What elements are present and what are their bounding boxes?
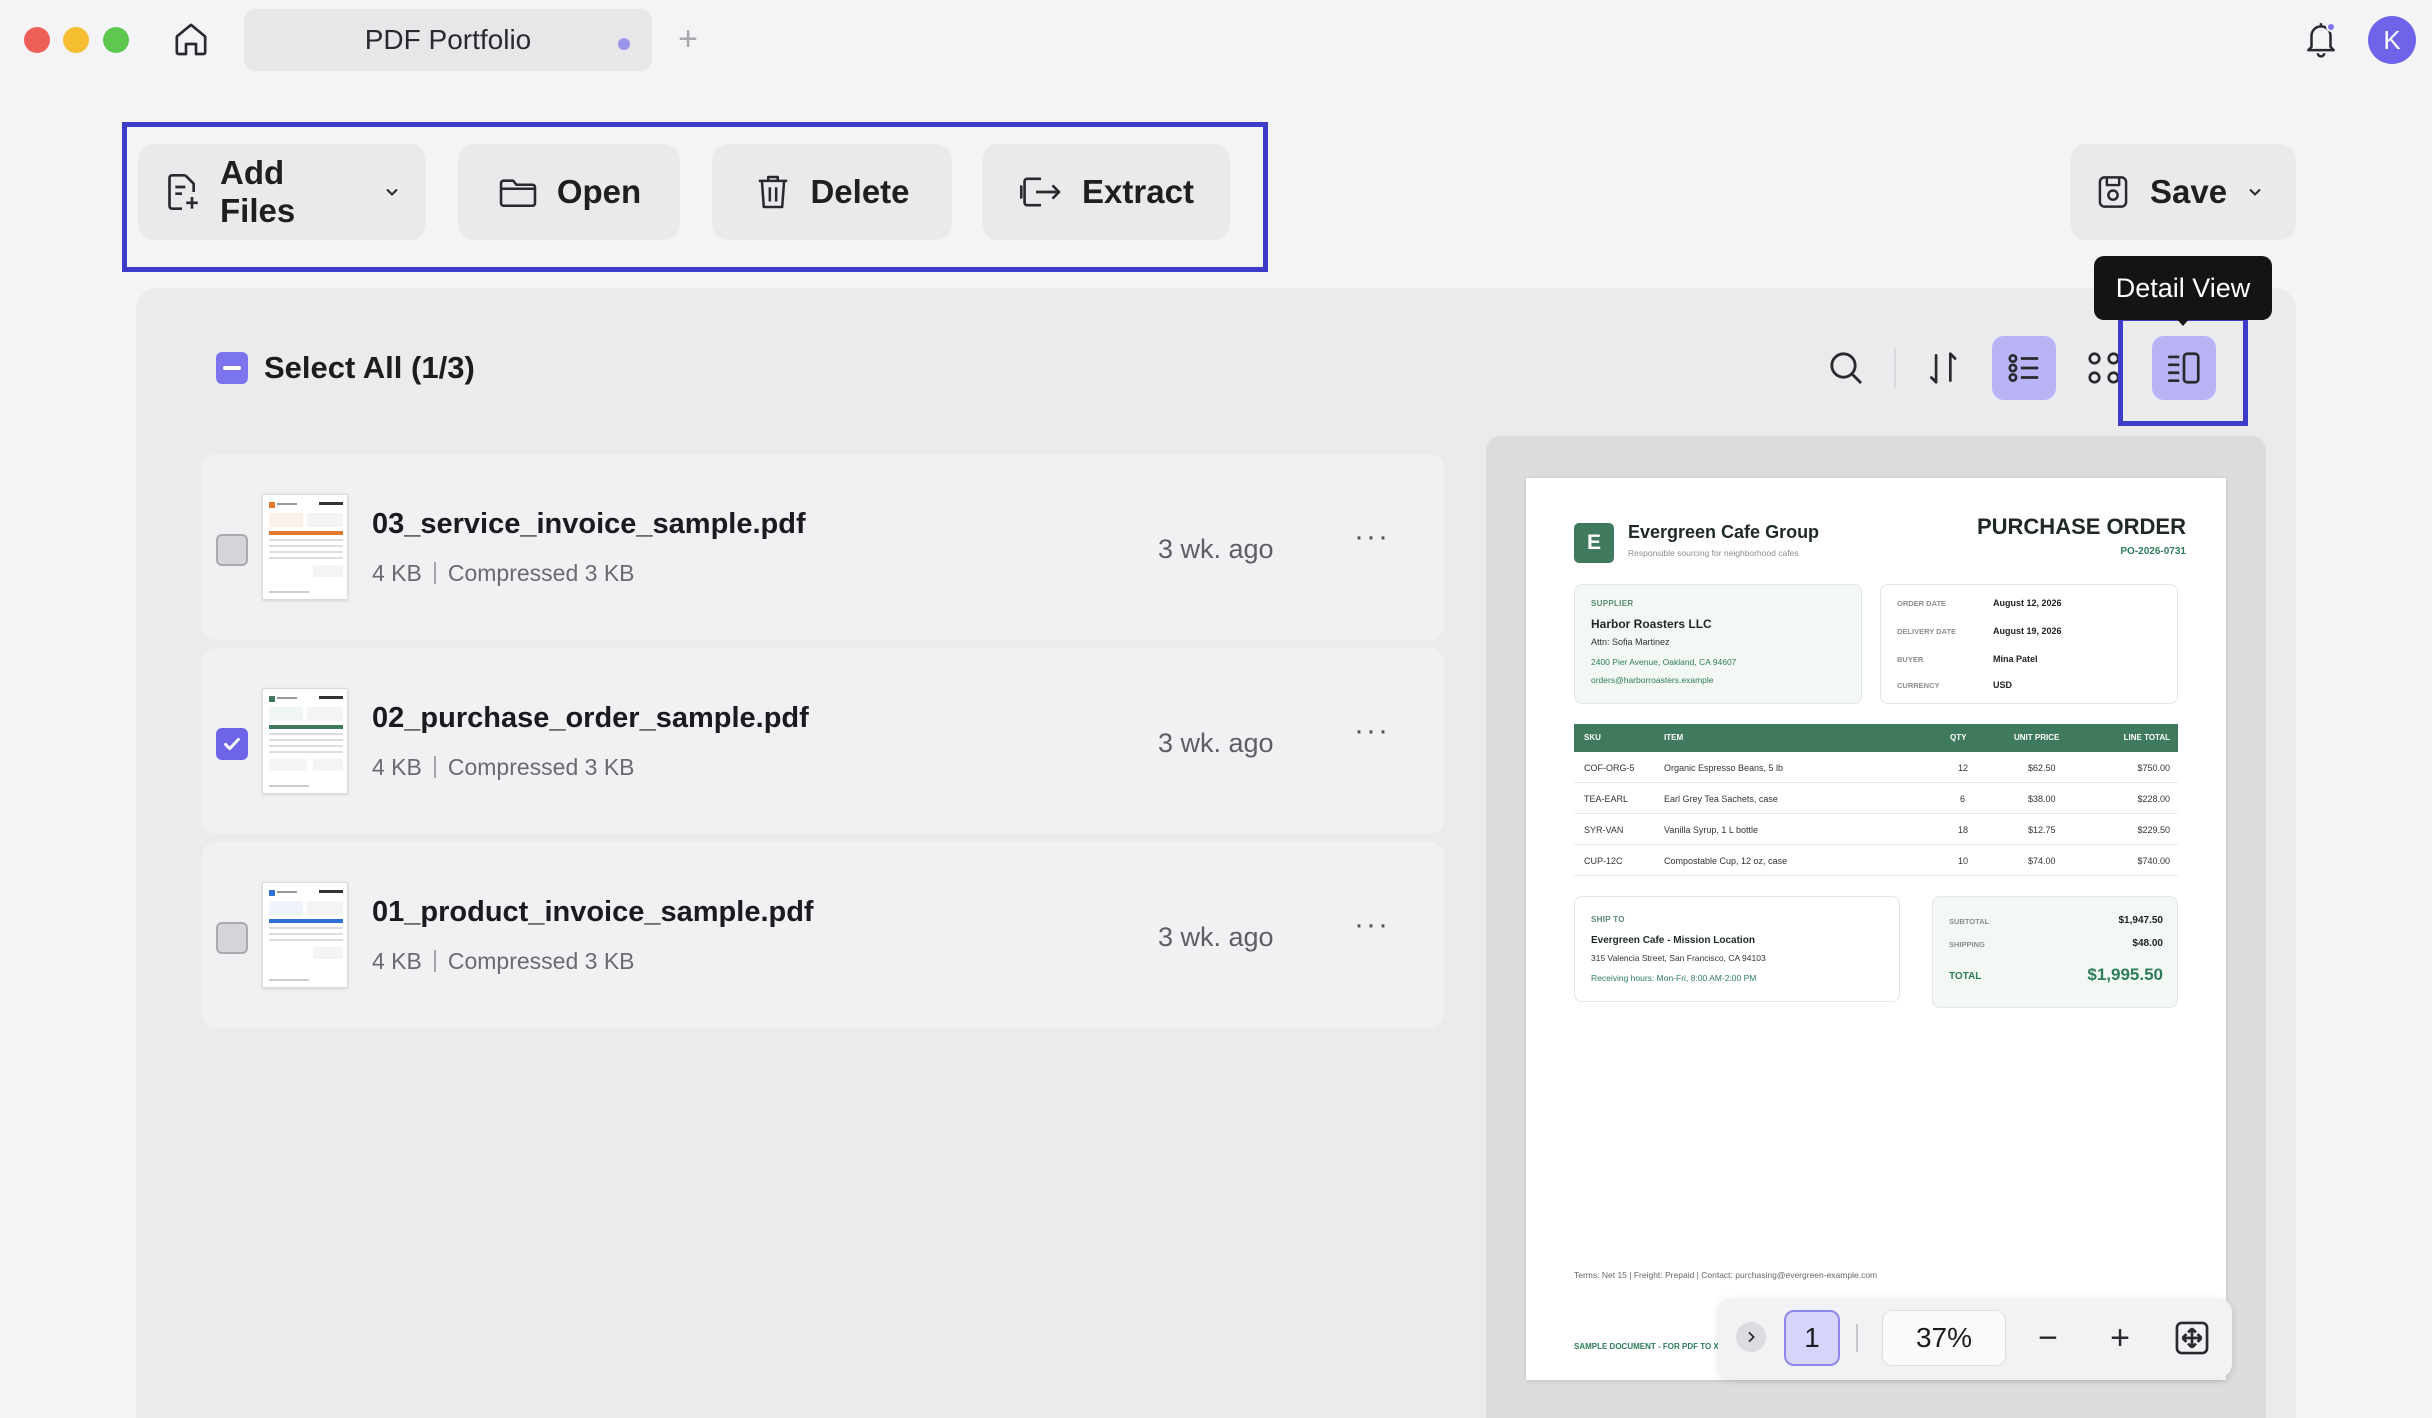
file-size: 4 KB Compressed 3 KB	[372, 560, 635, 586]
list-view-button[interactable]	[1992, 336, 2056, 400]
add-file-icon	[168, 174, 198, 211]
file-checkbox[interactable]	[216, 922, 248, 954]
extract-icon	[1020, 177, 1061, 207]
tab-pdf-portfolio[interactable]: PDF Portfolio	[244, 9, 652, 71]
table-row: CUP-12C Compostable Cup, 12 oz, case 10 $74…	[1574, 845, 2178, 876]
company-tagline: Responsible sourcing for neighborhood ca…	[1628, 548, 1799, 558]
file-name: 03_service_invoice_sample.pdf	[372, 508, 806, 540]
select-all-label: Select All (1/3)	[264, 350, 475, 385]
unsaved-indicator	[618, 38, 630, 50]
add-files-label: Add Files	[220, 154, 296, 229]
search-button[interactable]	[1814, 336, 1878, 400]
fit-page-button[interactable]	[2166, 1312, 2218, 1364]
extract-label: Extract	[1082, 173, 1194, 210]
save-button[interactable]: Save	[2070, 144, 2296, 240]
file-thumbnail	[262, 494, 348, 600]
search-icon	[1830, 352, 1863, 385]
file-row[interactable]: 01_product_invoice_sample.pdf 4 KB Compre…	[202, 842, 1444, 1028]
file-size: 4 KB Compressed 3 KB	[372, 754, 635, 780]
totals-card: SUBTOTAL $1,947.50 SHIPPING $48.00 TOTAL…	[1932, 896, 2178, 1008]
table-row: SYR-VAN Vanilla Syrup, 1 L bottle 18 $12.75…	[1574, 814, 2178, 845]
zoom-level[interactable]: 37%	[1882, 1310, 2006, 1366]
toolbar-divider	[1894, 348, 1896, 388]
save-label: Save	[2150, 173, 2228, 210]
open-label: Open	[556, 173, 642, 210]
items-table-header: SKU ITEM QTY UNIT PRICE LINE TOTAL	[1574, 724, 2178, 752]
terms-text: Terms: Net 15 | Freight: Prepaid | Conta…	[1574, 1270, 1878, 1280]
company-name: Evergreen Cafe Group	[1628, 522, 1820, 542]
file-modified-time: 3 wk. ago	[1158, 728, 1274, 758]
fit-page-icon	[2175, 1321, 2209, 1355]
zoom-in-button[interactable]: +	[2094, 1312, 2146, 1364]
zoom-out-button[interactable]: −	[2022, 1312, 2074, 1364]
file-name: 02_purchase_order_sample.pdf	[372, 702, 809, 734]
file-checkbox[interactable]	[216, 728, 248, 760]
detail-view-highlight	[2118, 316, 2248, 426]
file-thumbnail	[262, 688, 348, 794]
delete-label: Delete	[810, 173, 910, 210]
folder-icon	[499, 179, 537, 208]
zoom-window-button[interactable]	[103, 27, 129, 53]
more-options-button[interactable]: ···	[1354, 520, 1390, 554]
list-view-icon	[2008, 353, 2039, 383]
more-options-button[interactable]: ···	[1354, 908, 1390, 942]
tab-title: PDF Portfolio	[364, 24, 532, 55]
save-icon	[2098, 176, 2128, 208]
file-row[interactable]: 02_purchase_order_sample.pdf 4 KB Compres…	[202, 648, 1444, 834]
avatar[interactable]: K	[2368, 16, 2416, 64]
trash-icon	[759, 175, 788, 209]
notifications-button[interactable]	[2298, 14, 2344, 64]
select-all-checkbox[interactable]: Select All (1/3)	[216, 350, 475, 386]
ship-to-card: SHIP TO Evergreen Cafe - Mission Locatio…	[1574, 896, 1900, 1002]
order-meta-card: ORDER DATE August 12, 2026 DELIVERY DATE…	[1880, 584, 2178, 704]
sort-button[interactable]	[1912, 336, 1976, 400]
file-size: 4 KB Compressed 3 KB	[372, 948, 635, 974]
minimize-window-button[interactable]	[63, 27, 89, 53]
open-button[interactable]: Open	[458, 144, 680, 240]
document-number: PO-2026-0731	[2120, 546, 2186, 557]
footer-note: SAMPLE DOCUMENT - FOR PDF TO X	[1574, 1342, 1719, 1351]
file-modified-time: 3 wk. ago	[1158, 534, 1274, 564]
sort-icon	[1929, 352, 1957, 384]
tooltip-arrow	[2176, 318, 2190, 326]
home-icon	[175, 23, 207, 56]
file-thumbnail	[262, 882, 348, 988]
chevron-down-icon	[386, 188, 398, 196]
detail-view-tooltip: Detail View	[2094, 256, 2272, 320]
home-button[interactable]	[168, 18, 214, 60]
chevron-right-icon	[1748, 1331, 1755, 1343]
controls-divider	[1856, 1324, 1858, 1352]
document-title: PURCHASE ORDER	[1976, 514, 2186, 539]
file-name: 01_product_invoice_sample.pdf	[372, 896, 814, 928]
chevron-down-icon	[2249, 188, 2261, 196]
notification-dot	[2326, 22, 2336, 32]
delete-button[interactable]: Delete	[712, 144, 952, 240]
file-modified-time: 3 wk. ago	[1158, 922, 1274, 952]
file-row[interactable]: 03_service_invoice_sample.pdf 4 KB Compre…	[202, 454, 1444, 640]
page-number-input[interactable]: 1	[1784, 1310, 1840, 1366]
new-tab-button[interactable]: +	[668, 18, 708, 60]
checkmark-icon	[224, 737, 240, 751]
more-options-button[interactable]: ···	[1354, 714, 1390, 748]
indeterminate-checkbox-icon	[216, 352, 248, 384]
extract-button[interactable]: Extract	[982, 144, 1230, 240]
table-row: COF-ORG-5 Organic Espresso Beans, 5 lb 12 $…	[1574, 752, 2178, 783]
file-checkbox[interactable]	[216, 534, 248, 566]
document-preview-page[interactable]: E Evergreen Cafe Group Responsible sourc…	[1526, 478, 2226, 1380]
table-row: TEA-EARL Earl Grey Tea Sachets, case 6 $38.…	[1574, 783, 2178, 814]
next-page-button[interactable]	[1736, 1322, 1766, 1352]
close-window-button[interactable]	[24, 27, 50, 53]
supplier-card: SUPPLIER Harbor Roasters LLC Attn: Sofia…	[1574, 584, 1862, 704]
company-logo: E	[1574, 523, 1614, 563]
add-files-button[interactable]: Add Files	[138, 144, 426, 240]
